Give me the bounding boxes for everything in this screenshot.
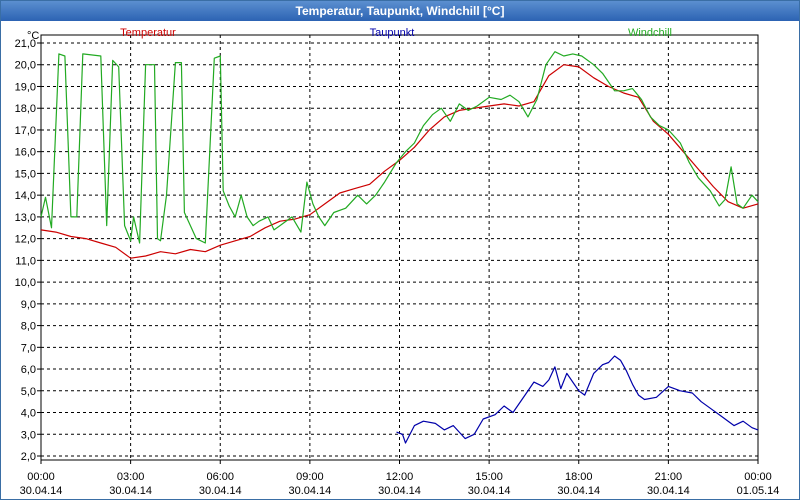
- x-tick-time: 03:00: [117, 471, 145, 483]
- series-line-windchill: [40, 51, 759, 244]
- y-tick-label: 20,0: [15, 60, 36, 72]
- y-tick-label: 6,0: [21, 364, 36, 376]
- x-tick-time: 00:00: [27, 471, 55, 483]
- x-tick-time: 18:00: [565, 471, 593, 483]
- y-tick-label: 7,0: [21, 342, 36, 354]
- x-tick-date: 30.04.14: [557, 485, 600, 497]
- y-tick-label: 12,0: [15, 234, 36, 246]
- y-tick-label: 17,0: [15, 125, 36, 137]
- x-tick-time: 15:00: [475, 471, 503, 483]
- y-tick-label: 9,0: [21, 299, 36, 311]
- y-tick-label: 5,0: [21, 386, 36, 398]
- x-tick-date: 30.04.14: [199, 485, 242, 497]
- y-tick-label: 11,0: [15, 255, 36, 267]
- x-tick-time: 00:00: [744, 471, 772, 483]
- legend-taupunkt: Taupunkt: [370, 27, 415, 39]
- x-tick-date: 30.04.14: [468, 485, 511, 497]
- y-tick-label: 10,0: [15, 277, 36, 289]
- x-tick-date: 30.04.14: [20, 485, 63, 497]
- y-tick-label: 16,0: [15, 147, 36, 159]
- y-tick-label: 19,0: [15, 81, 36, 93]
- chart-canvas: 2,0 3,0 4,0 5,0 6,0 7,0 8,0 9,0 10,0 11,0 12,0 13,0…: [15, 27, 780, 497]
- x-tick-time: 21:00: [655, 471, 683, 483]
- y-tick-label: 15,0: [15, 168, 36, 180]
- x-tick-time: 09:00: [296, 471, 324, 483]
- y-tick-label: 3,0: [21, 429, 36, 441]
- y-tick-label: 13,0: [15, 212, 36, 224]
- y-tick-label: 18,0: [15, 103, 36, 115]
- y-unit-label: °C: [27, 30, 39, 42]
- y-tick-label: 2,0: [21, 451, 36, 463]
- x-tick-date: 30.04.14: [109, 485, 152, 497]
- y-tick-label: 14,0: [15, 190, 36, 202]
- legend-windchill: Windchill: [628, 27, 672, 39]
- x-tick-date: 30.04.14: [647, 485, 690, 497]
- x-tick-time: 12:00: [386, 471, 414, 483]
- x-tick-time: 06:00: [206, 471, 234, 483]
- x-tick-date: 30.04.14: [378, 485, 421, 497]
- y-tick-label: 8,0: [21, 321, 36, 333]
- y-tick-label: 4,0: [21, 408, 36, 420]
- legend-temperatur: Temperatur: [120, 27, 176, 39]
- x-tick-date: 30.04.14: [288, 485, 331, 497]
- x-tick-date: 01.05.14: [737, 485, 780, 497]
